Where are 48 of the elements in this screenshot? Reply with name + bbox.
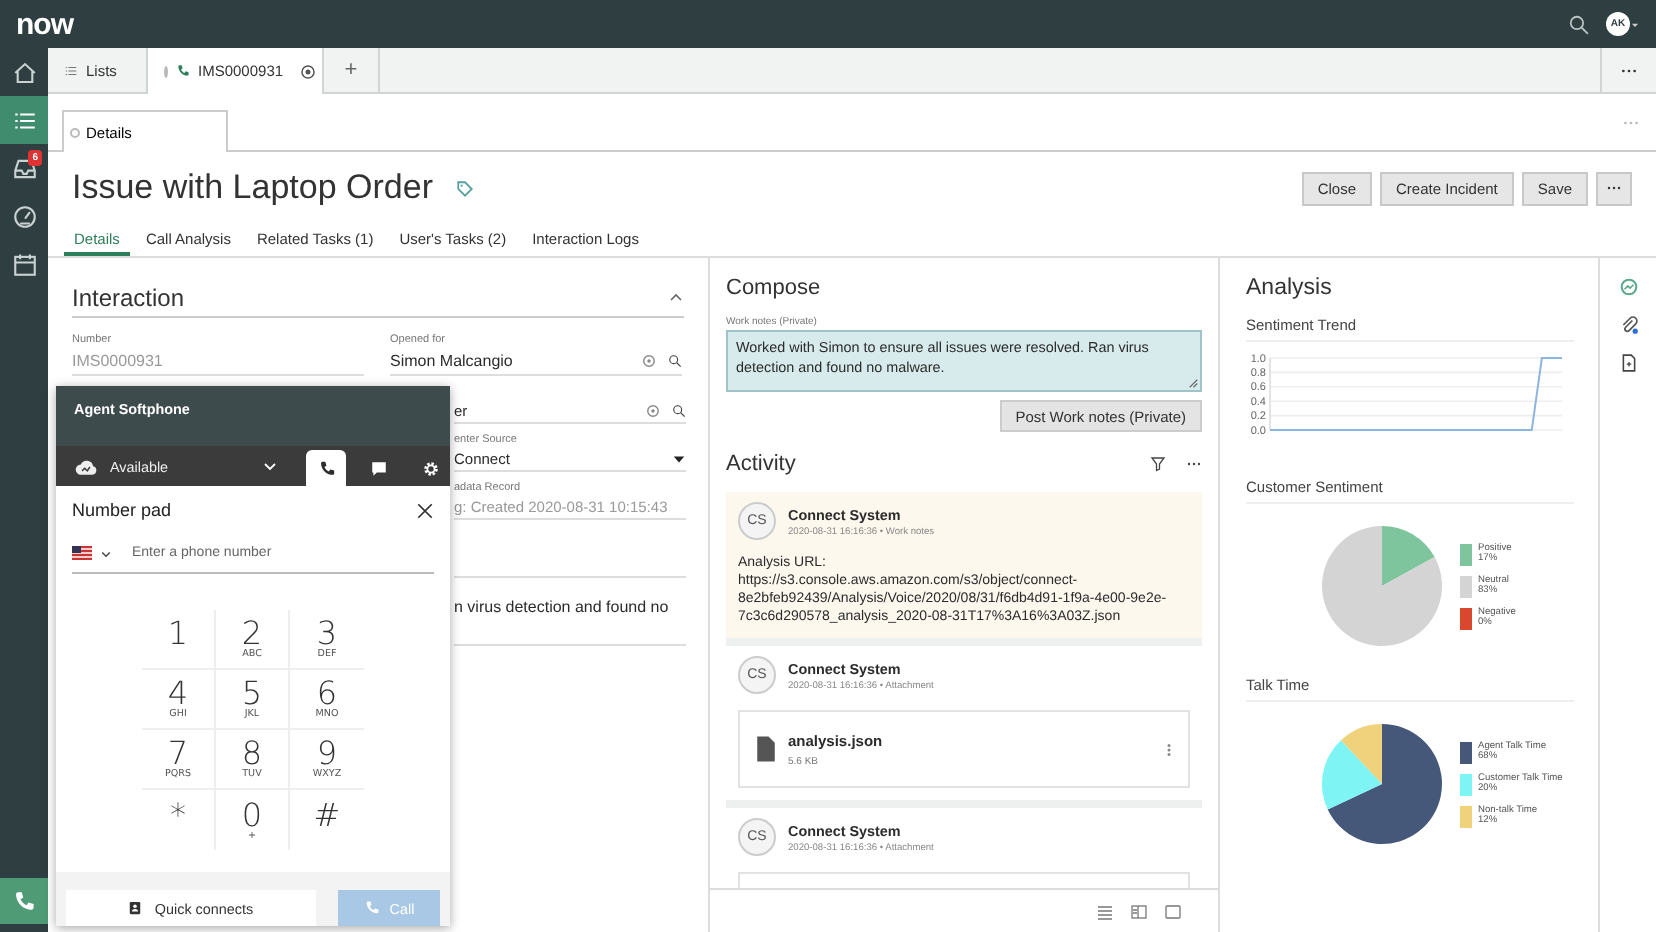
logo: now	[16, 7, 73, 41]
chevron-down-icon	[262, 458, 278, 474]
tag-icon	[456, 179, 475, 197]
collapse-icon[interactable]	[668, 289, 684, 305]
record-title: Issue with Laptop Order	[72, 168, 433, 208]
keypad-key[interactable]: 1	[142, 610, 216, 670]
phone-icon	[363, 900, 380, 916]
dropdown-caret-icon	[672, 451, 686, 465]
resize-grip-icon	[1186, 376, 1198, 388]
split-view-icon	[1130, 903, 1148, 919]
paperclip-icon	[1619, 316, 1637, 334]
kebab-icon	[1166, 741, 1172, 757]
section-heading: Interaction	[72, 283, 187, 311]
section-heading: Analysis	[1246, 276, 1334, 300]
search-icon	[668, 353, 682, 367]
phone-icon	[317, 459, 335, 477]
search-icon	[672, 403, 686, 417]
chevron-down-icon	[100, 547, 112, 559]
panel-title: Number pad	[72, 500, 172, 520]
search-icon	[1568, 13, 1590, 35]
caret-icon	[1630, 19, 1640, 29]
file-icon	[756, 736, 776, 762]
home-icon	[11, 59, 37, 85]
card-view-icon	[1164, 903, 1182, 919]
phone-icon	[176, 64, 190, 78]
field-value: Simon Malcangio	[390, 351, 513, 369]
softphone-tab[interactable]	[306, 450, 346, 486]
list-icon	[64, 63, 78, 77]
flag-icon	[72, 546, 92, 560]
section-heading: Activity	[726, 452, 798, 476]
document-icon	[1619, 354, 1637, 372]
list-view-icon	[1096, 903, 1114, 919]
section-heading: Compose	[726, 276, 823, 300]
chat-icon	[369, 459, 387, 477]
list-icon	[11, 107, 37, 133]
gauge-icon	[11, 203, 37, 229]
phone-button[interactable]	[0, 878, 48, 924]
note-text: n virus detection and found no	[454, 578, 686, 646]
calendar-icon	[11, 251, 37, 277]
sentiment-icon	[1619, 278, 1637, 296]
inbox-icon	[11, 155, 37, 181]
contacts-icon	[128, 900, 143, 916]
field-value: IMS0000931	[72, 351, 163, 369]
cloud-icon	[74, 457, 98, 475]
settings-icon	[421, 459, 439, 477]
phone-icon	[12, 889, 36, 913]
rail-button[interactable]	[0, 96, 48, 144]
filter-icon	[1150, 456, 1166, 472]
